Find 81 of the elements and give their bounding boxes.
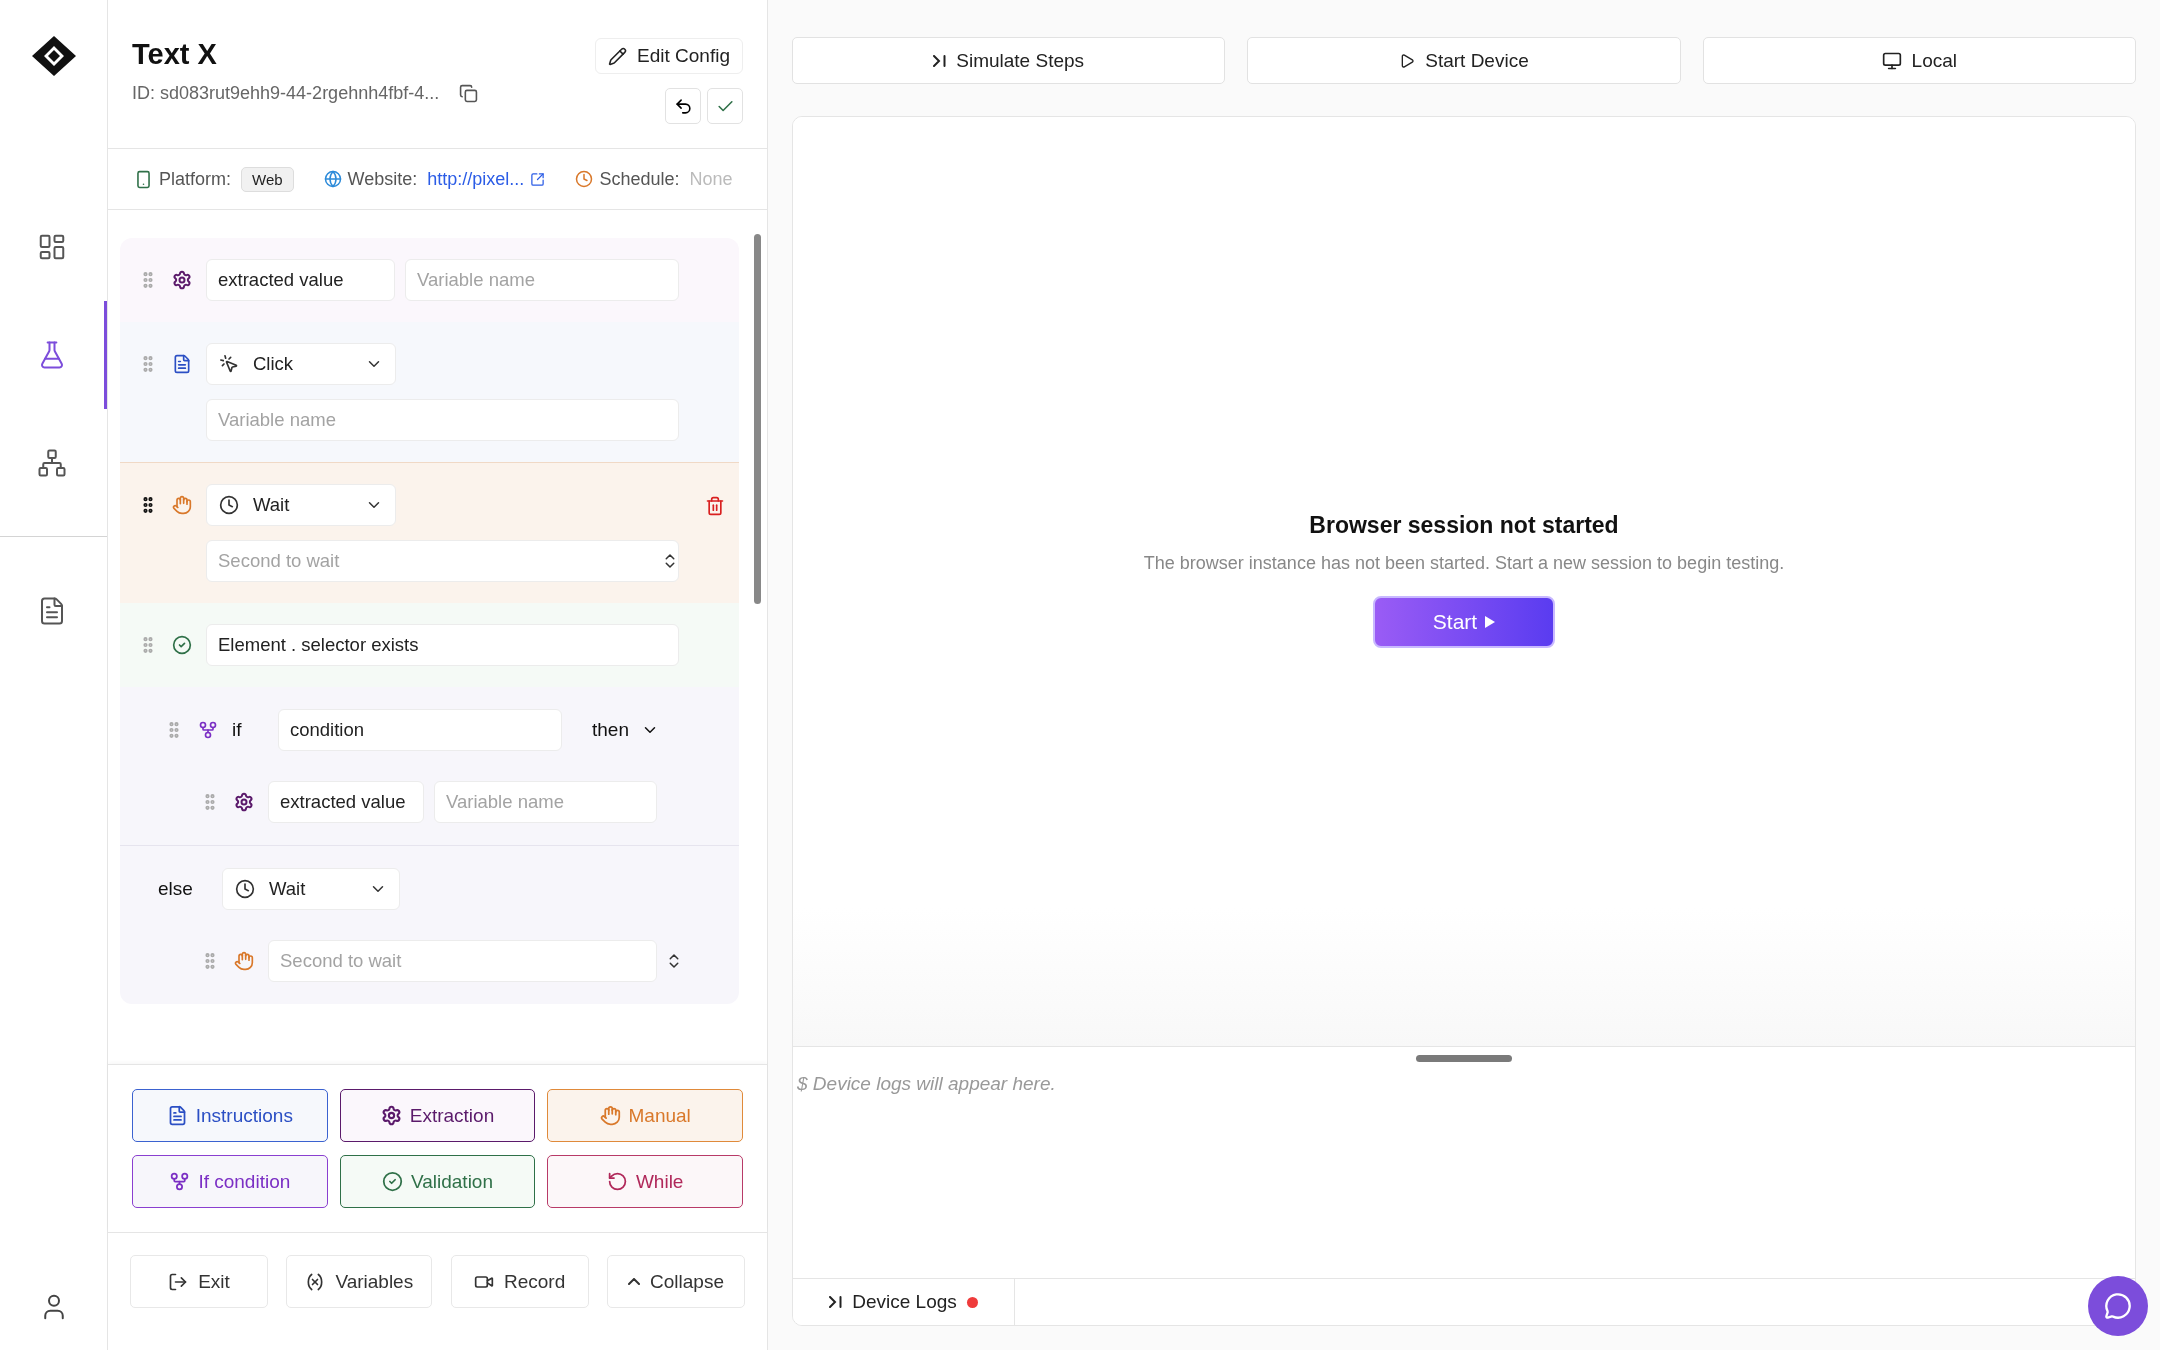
- network-icon: [37, 448, 67, 478]
- clock-icon: [235, 879, 255, 899]
- value-field[interactable]: extracted value: [206, 259, 395, 301]
- globe-icon: [323, 170, 342, 188]
- logo-icon: [31, 36, 76, 76]
- add-step-button[interactable]: Validation: [339, 1155, 536, 1208]
- toolbar-button[interactable]: Local: [1702, 37, 2136, 84]
- gear-icon: [172, 270, 192, 290]
- session-message: The browser instance has not been started. Start a new session to begin testing.: [1143, 553, 1785, 574]
- hand-icon: [234, 951, 254, 971]
- add-step-button[interactable]: Extraction: [339, 1089, 536, 1142]
- then-dropdown[interactable]: then: [586, 719, 665, 741]
- undo-icon: [673, 96, 693, 116]
- schedule-value: None: [689, 168, 733, 190]
- pencil-icon: [608, 46, 628, 66]
- loop-icon: [606, 1171, 628, 1192]
- variable-name-field[interactable]: Variable name: [434, 781, 657, 823]
- confirm-button[interactable]: [707, 88, 743, 124]
- action-dropdown[interactable]: Wait: [206, 484, 396, 526]
- gear-icon: [234, 792, 254, 812]
- toolbar-button[interactable]: Start Device: [1247, 37, 1681, 84]
- monitor-icon: [1881, 50, 1902, 71]
- clock-icon: [219, 495, 239, 515]
- terminal-icon: [933, 54, 947, 67]
- action-button[interactable]: Record: [450, 1255, 589, 1308]
- website-link[interactable]: http://pixel...: [427, 168, 525, 190]
- branch-icon: [198, 720, 218, 740]
- platform-badge: Web: [241, 166, 294, 192]
- hand-icon: [599, 1105, 621, 1126]
- number-field[interactable]: Second to wait: [206, 540, 679, 582]
- chat-icon: [2104, 1292, 2132, 1320]
- chevron-up-icon: [628, 1278, 640, 1285]
- else-label: else: [158, 878, 194, 900]
- platform-label: Platform:: [159, 168, 232, 190]
- chat-button[interactable]: [2088, 1276, 2148, 1336]
- variable-name-field[interactable]: Variable name: [206, 399, 679, 441]
- check-circle-icon: [172, 635, 192, 655]
- play-icon: [1399, 52, 1416, 69]
- action-dropdown[interactable]: Click: [206, 343, 396, 385]
- value-field[interactable]: extracted value: [268, 781, 424, 823]
- condition-field[interactable]: condition: [278, 709, 562, 751]
- id-text: ID: sd083rut9ehh9-44-2rgehnh4fbf-4...: [132, 83, 440, 104]
- external-link-icon[interactable]: [530, 171, 546, 187]
- action-button[interactable]: Exit: [130, 1255, 268, 1308]
- add-step-button[interactable]: If condition: [132, 1155, 328, 1208]
- delete-icon[interactable]: [705, 496, 725, 516]
- page-title: Text X: [132, 38, 218, 71]
- play-icon: [1485, 616, 1496, 628]
- session-title: Browser session not started: [1309, 512, 1619, 539]
- schedule-label: Schedule:: [599, 168, 680, 190]
- variable-name-field[interactable]: Variable name: [405, 259, 679, 301]
- start-button[interactable]: Start: [1373, 596, 1555, 648]
- logs-empty-message: $ Device logs will appear here.: [797, 1073, 1057, 1095]
- toolbar-button[interactable]: Simulate Steps: [792, 37, 1226, 84]
- add-step-button[interactable]: Instructions: [132, 1089, 328, 1142]
- device-logs-tab[interactable]: Device Logs: [793, 1279, 1015, 1325]
- action-dropdown[interactable]: Wait: [222, 868, 400, 910]
- dashboard-icon: [37, 232, 67, 262]
- gear-icon: [380, 1105, 402, 1126]
- pointer-click-icon: [219, 354, 239, 374]
- check-circle-icon: [381, 1171, 403, 1192]
- action-button[interactable]: Collapse: [607, 1255, 745, 1308]
- undo-button[interactable]: [665, 88, 701, 124]
- condition-field[interactable]: Element . selector exists: [206, 624, 679, 666]
- number-field[interactable]: Second to wait: [268, 940, 657, 982]
- hand-icon: [172, 495, 192, 515]
- status-dot: [966, 1296, 978, 1308]
- action-button[interactable]: Variables: [286, 1255, 433, 1308]
- branch-icon: [169, 1171, 191, 1192]
- edit-config-button[interactable]: Edit Config: [595, 38, 743, 74]
- scrollbar-thumb[interactable]: [754, 234, 761, 604]
- clock-icon: [575, 170, 594, 188]
- terminal-icon: [829, 1296, 843, 1308]
- resize-handle[interactable]: [1416, 1055, 1512, 1062]
- website-label: Website:: [347, 168, 418, 190]
- copy-icon[interactable]: [459, 84, 479, 103]
- add-step-button[interactable]: While: [547, 1155, 743, 1208]
- document-icon: [172, 354, 192, 374]
- exit-icon: [168, 1271, 189, 1292]
- if-label: if: [232, 719, 243, 741]
- phone-icon: [134, 169, 153, 189]
